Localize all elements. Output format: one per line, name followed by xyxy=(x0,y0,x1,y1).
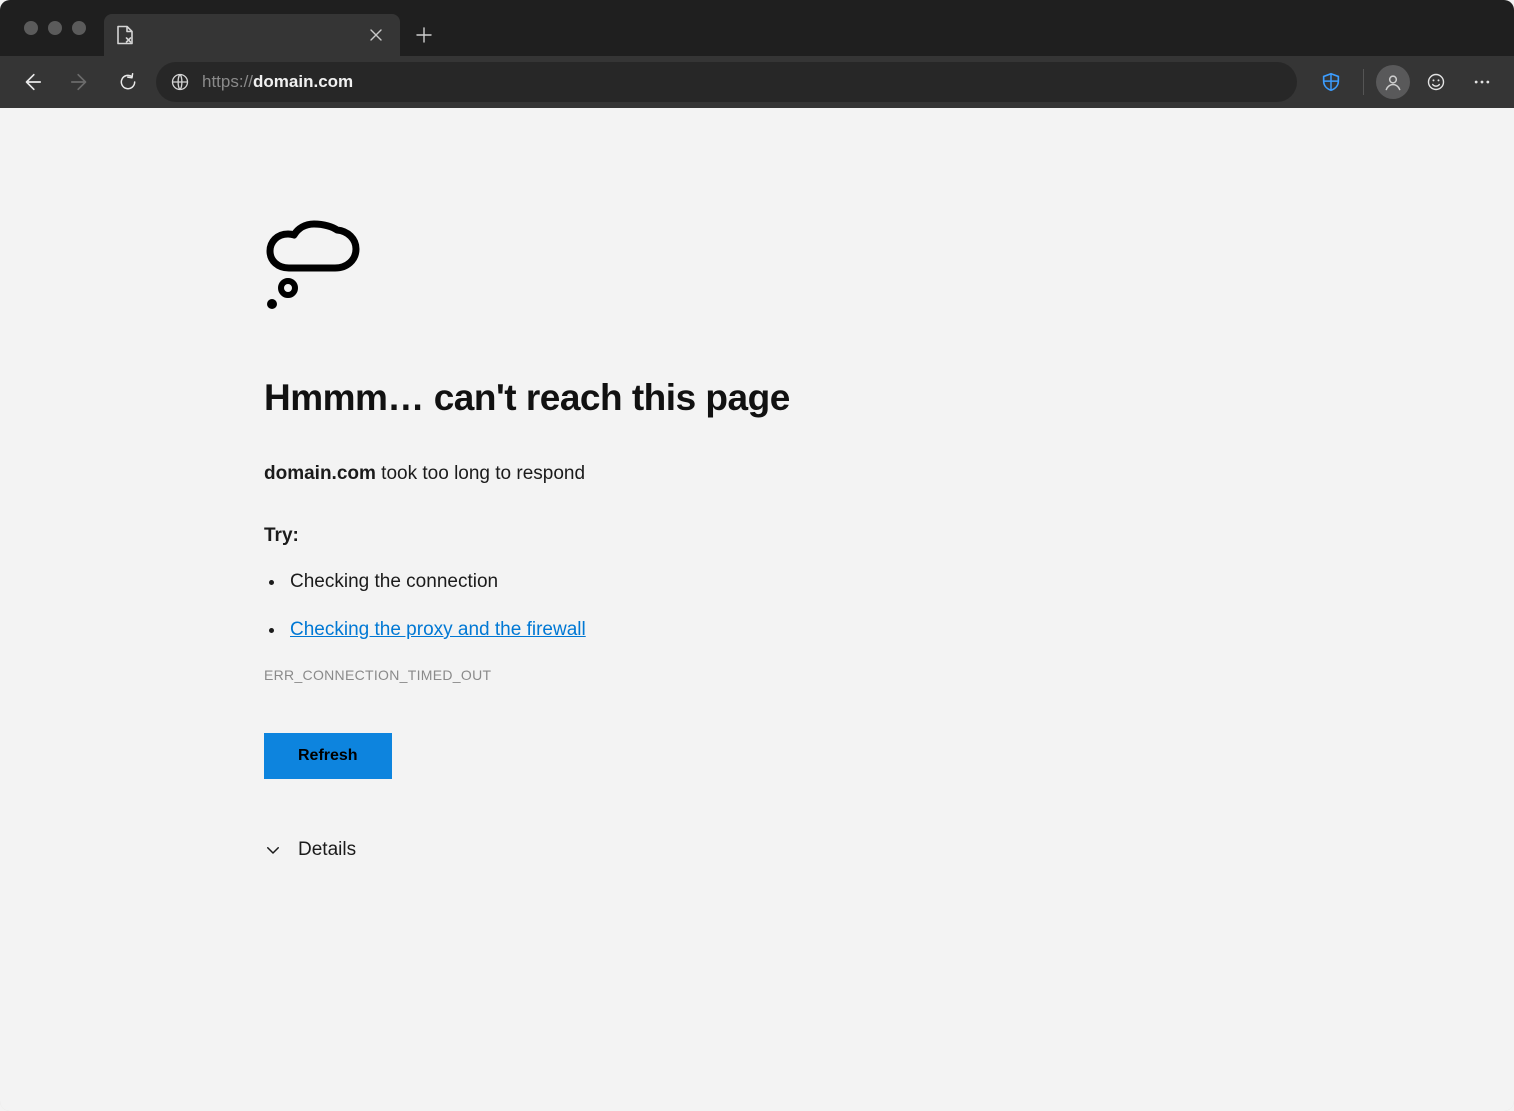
browser-window: https://domain.com xyxy=(0,0,1514,1111)
list-item: Checking the proxy and the firewall xyxy=(286,619,924,641)
site-info-icon[interactable] xyxy=(170,72,190,92)
feedback-smiley-icon[interactable] xyxy=(1416,62,1456,102)
forward-button[interactable] xyxy=(60,62,100,102)
browser-chrome: https://domain.com xyxy=(0,0,1514,108)
url-text: https://domain.com xyxy=(202,72,1283,92)
proxy-firewall-link[interactable]: Checking the proxy and the firewall xyxy=(290,619,586,640)
try-list: Checking the connection Checking the pro… xyxy=(264,571,924,641)
window-close-icon[interactable] xyxy=(24,21,38,35)
details-toggle[interactable]: Details xyxy=(264,839,924,861)
refresh-button[interactable] xyxy=(108,62,148,102)
error-title: Hmmm… can't reach this page xyxy=(264,377,924,419)
error-page: Hmmm… can't reach this page domain.com t… xyxy=(264,218,924,861)
window-controls xyxy=(10,0,96,56)
back-button[interactable] xyxy=(12,62,52,102)
list-item: Checking the connection xyxy=(286,571,924,593)
more-menu-button[interactable] xyxy=(1462,62,1502,102)
address-bar[interactable]: https://domain.com xyxy=(156,62,1297,102)
refresh-page-button[interactable]: Refresh xyxy=(264,733,392,779)
tab-close-button[interactable] xyxy=(364,23,388,47)
details-label: Details xyxy=(298,839,356,861)
page-viewport: Hmmm… can't reach this page domain.com t… xyxy=(0,108,1514,1111)
toolbar: https://domain.com xyxy=(0,56,1514,108)
thought-bubble-icon xyxy=(264,218,924,319)
error-description: domain.com took too long to respond xyxy=(264,463,924,485)
tracking-prevention-icon[interactable] xyxy=(1311,62,1351,102)
toolbar-separator xyxy=(1363,69,1364,95)
page-error-favicon-icon xyxy=(116,25,134,45)
tab-strip xyxy=(0,0,1514,56)
error-desc-suffix: took too long to respond xyxy=(376,463,585,484)
error-host: domain.com xyxy=(264,463,376,484)
new-tab-button[interactable] xyxy=(406,17,442,53)
url-scheme: https:// xyxy=(202,72,253,91)
try-label: Try: xyxy=(264,525,924,547)
url-host: domain.com xyxy=(253,72,353,91)
window-minimize-icon[interactable] xyxy=(48,21,62,35)
toolbar-right xyxy=(1305,62,1502,102)
chevron-down-icon xyxy=(264,841,282,859)
error-code: ERR_CONNECTION_TIMED_OUT xyxy=(264,667,924,683)
browser-tab[interactable] xyxy=(104,14,400,56)
profile-button[interactable] xyxy=(1376,65,1410,99)
window-zoom-icon[interactable] xyxy=(72,21,86,35)
try-item-text: Checking the connection xyxy=(290,571,498,592)
